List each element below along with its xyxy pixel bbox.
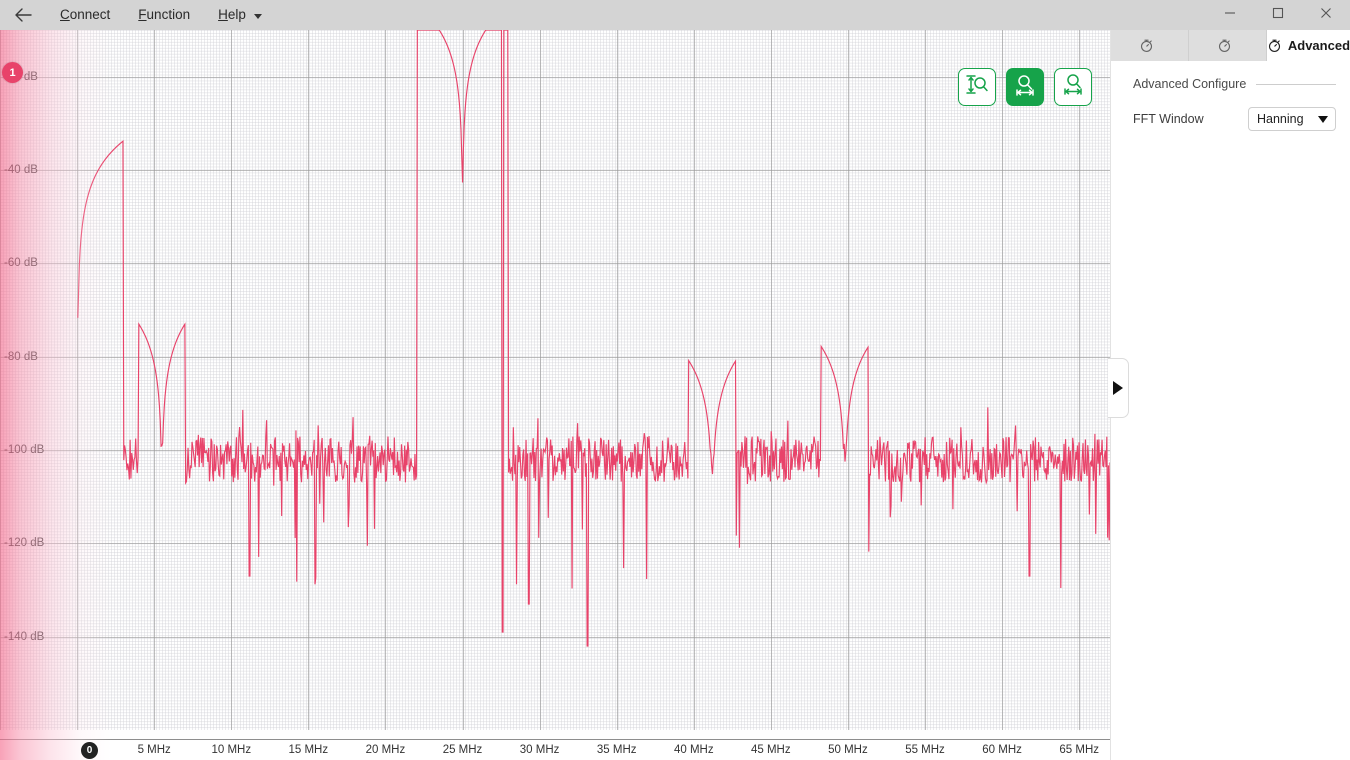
back-button[interactable] (0, 0, 46, 30)
stopwatch-icon (1139, 38, 1154, 53)
menu-help-mnemonic: H (218, 7, 228, 22)
chevron-down-icon (1318, 116, 1328, 123)
x-axis-tick-label: 60 MHz (982, 744, 1022, 756)
y-axis-tick-label: -40 dB (4, 164, 38, 176)
side-panel: Advanced Advanced Configure FFT Window H… (1110, 30, 1350, 760)
menu-function-mnemonic: F (138, 7, 146, 22)
app-root: Connect Function Help (0, 0, 1350, 760)
menu-item-help[interactable]: Help (204, 0, 276, 30)
menu-connect-mnemonic: C (60, 7, 70, 22)
zoom-out-horizontal-icon (1060, 72, 1086, 103)
x-axis-tick-label: 20 MHz (366, 744, 406, 756)
origin-marker-badge[interactable]: 0 (81, 742, 98, 759)
spectrum-plot[interactable]: -20 dB-40 dB-60 dB-80 dB-100 dB-120 dB-1… (0, 30, 1110, 760)
tab-timer-2[interactable] (1189, 30, 1267, 61)
section-title: Advanced Configure (1133, 77, 1246, 91)
window-controls (1206, 0, 1350, 30)
zoom-fit-vertical-icon (964, 72, 990, 103)
channel-marker-badge[interactable]: 1 (2, 62, 23, 83)
y-axis-tick-label: -120 dB (4, 537, 44, 549)
maximize-button[interactable] (1254, 0, 1302, 30)
x-axis-tick-label: 35 MHz (597, 744, 637, 756)
x-axis-tick-label: 45 MHz (751, 744, 791, 756)
zoom-fit-vertical-button[interactable] (958, 68, 996, 106)
fft-window-value: Hanning (1257, 112, 1304, 126)
fft-window-select[interactable]: Hanning (1248, 107, 1336, 131)
y-axis-tick-label: -140 dB (4, 631, 44, 643)
trace-path (78, 30, 1110, 646)
tab-timer-1[interactable] (1111, 30, 1189, 61)
spectrum-trace (0, 30, 1110, 760)
x-axis-tick-label: 10 MHz (211, 744, 251, 756)
advanced-configure-section: Advanced Configure (1111, 61, 1350, 91)
y-axis-tick-label: -100 dB (4, 444, 44, 456)
x-axis-line (0, 739, 1110, 740)
menu-bar: Connect Function Help (46, 0, 276, 30)
fft-window-label: FFT Window (1133, 112, 1204, 126)
tab-advanced-label: Advanced (1288, 38, 1350, 53)
menu-item-function[interactable]: Function (124, 0, 204, 30)
minimize-button[interactable] (1206, 0, 1254, 30)
arrow-left-icon (13, 7, 33, 23)
x-axis-tick-label: 55 MHz (905, 744, 945, 756)
x-axis-tick-label: 40 MHz (674, 744, 714, 756)
chevron-down-icon (254, 14, 262, 19)
fft-window-field: FFT Window Hanning (1111, 91, 1350, 131)
x-axis-tick-label: 15 MHz (288, 744, 328, 756)
zoom-in-horizontal-icon (1012, 72, 1038, 103)
section-divider (1256, 84, 1336, 85)
stopwatch-icon (1217, 38, 1232, 53)
close-button[interactable] (1302, 0, 1350, 30)
x-axis-tick-label: 30 MHz (520, 744, 560, 756)
tab-advanced[interactable]: Advanced (1267, 30, 1350, 61)
menu-help-label: elp (228, 7, 246, 22)
menu-function-label: unction (147, 7, 191, 22)
x-axis-tick-label: 25 MHz (443, 744, 483, 756)
chevron-right-icon (1113, 381, 1123, 395)
minimize-icon (1224, 6, 1236, 24)
zoom-in-horizontal-button[interactable] (1006, 68, 1044, 106)
stopwatch-icon (1267, 38, 1282, 53)
y-axis-tick-label: -80 dB (4, 351, 38, 363)
menu-item-connect[interactable]: Connect (46, 0, 124, 30)
maximize-icon (1272, 6, 1284, 24)
zoom-toolbar (958, 68, 1092, 106)
title-bar: Connect Function Help (0, 0, 1350, 30)
y-axis-tick-label: -60 dB (4, 257, 38, 269)
x-axis-tick-label: 50 MHz (828, 744, 868, 756)
panel-tab-bar: Advanced (1111, 30, 1350, 61)
panel-toggle-handle[interactable] (1108, 358, 1129, 418)
x-axis-tick-label: 5 MHz (138, 744, 171, 756)
menu-connect-label: onnect (70, 7, 111, 22)
zoom-out-horizontal-button[interactable] (1054, 68, 1092, 106)
x-axis-tick-label: 65 MHz (1059, 744, 1099, 756)
close-icon (1320, 6, 1332, 24)
